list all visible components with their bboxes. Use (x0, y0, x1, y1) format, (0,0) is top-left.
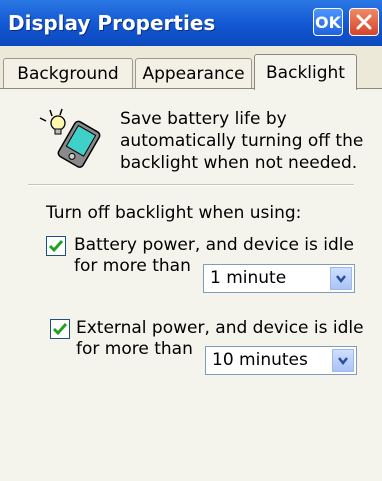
chevron-down-icon (336, 274, 346, 283)
title-bar: Display Properties OK (0, 0, 382, 46)
checkmark-icon (52, 323, 68, 336)
close-button[interactable] (349, 8, 379, 36)
external-timeout-value: 10 minutes (212, 350, 308, 370)
ok-button[interactable]: OK (313, 8, 343, 36)
battery-checkbox[interactable] (46, 236, 66, 256)
tab-appearance[interactable]: Appearance (135, 58, 252, 88)
tab-label: Background (17, 63, 119, 84)
ok-button-label: OK (315, 12, 341, 32)
backlight-device-icon (39, 108, 101, 168)
tab-label: Backlight (266, 62, 345, 83)
description-line: Save battery life by (120, 109, 287, 129)
divider (28, 184, 354, 186)
window-title: Display Properties (8, 11, 216, 35)
description-line: automatically turning off the (120, 131, 364, 151)
turn-off-label: Turn off backlight when using: (46, 203, 302, 223)
checkmark-icon (48, 240, 64, 253)
chevron-down-icon (338, 356, 348, 365)
tab-backlight[interactable]: Backlight (254, 54, 357, 90)
description-line: backlight when not needed. (120, 153, 358, 173)
close-icon (356, 14, 372, 30)
external-checkbox[interactable] (50, 319, 70, 339)
tab-label: Appearance (142, 63, 245, 84)
battery-timeout-select[interactable]: 1 minute (203, 264, 355, 293)
battery-dropdown-button[interactable] (330, 267, 352, 290)
backlight-description: Save battery life by automatically turni… (120, 108, 378, 174)
tab-background[interactable]: Background (3, 58, 133, 88)
battery-label-line1: Battery power, and device is idle (74, 235, 354, 255)
battery-timeout-value: 1 minute (210, 268, 287, 288)
external-timeout-select[interactable]: 10 minutes (205, 346, 357, 375)
external-dropdown-button[interactable] (332, 349, 354, 372)
external-label-line1: External power, and device is idle (76, 318, 364, 338)
